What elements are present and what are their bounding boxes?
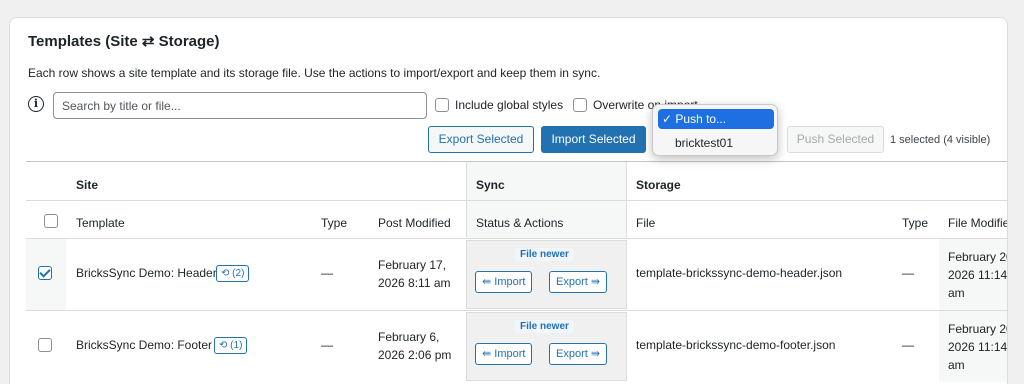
import-icon: ⇚ [482, 348, 495, 360]
push-to-dropdown[interactable]: ✓ Push to... bricktest01 [652, 104, 778, 156]
revisions-badge[interactable]: ⟲ (2) [216, 265, 250, 282]
template-type: — [321, 266, 333, 280]
panel-description: Each row shows a site template and its s… [28, 66, 601, 80]
overwrite-on-import-checkbox[interactable] [573, 98, 587, 112]
selection-count: 1 selected (4 visible) [890, 134, 991, 146]
file-modified-line3: am [948, 286, 965, 300]
templates-table: Site Sync Storage Template Type Post Mod… [26, 161, 1008, 384]
import-icon: ⇚ [482, 276, 495, 288]
template-title[interactable]: BricksSync Demo: Footer [76, 336, 212, 354]
file-modified-line1: February 20, [948, 322, 1007, 336]
storage-type: — [902, 266, 914, 280]
history-icon: ⟲ [219, 340, 228, 351]
include-global-styles-label: Include global styles [455, 98, 564, 112]
select-all-checkbox[interactable] [44, 214, 58, 228]
post-modified-line2: 2026 8:11 am [378, 276, 451, 290]
info-icon[interactable]: i [28, 96, 44, 112]
group-header-site: Site [76, 178, 99, 192]
storage-type: — [902, 338, 914, 352]
post-modified-line1: February 6, [378, 330, 440, 344]
revisions-count: (1) [230, 340, 243, 351]
file-modified-line1: February 20, [948, 250, 1007, 264]
export-icon: ⇛ [587, 276, 601, 288]
status-badge: File newer [515, 320, 574, 333]
group-header-storage: Storage [636, 178, 681, 192]
import-label: Import [494, 348, 526, 360]
search-input[interactable] [53, 92, 427, 119]
column-header-file[interactable]: File [636, 216, 655, 230]
file-modified-line3: am [948, 358, 965, 372]
template-title[interactable]: BricksSync Demo: Header [76, 264, 217, 282]
file-modified-line2: 2026 11:14 [948, 340, 1008, 354]
templates-panel: Templates (Site ⇄ Storage) Each row show… [9, 17, 1008, 384]
push-selected-button[interactable]: Push Selected [787, 126, 884, 153]
row-import-button[interactable]: ⇚ Import [475, 343, 533, 365]
import-selected-button[interactable]: Import Selected [541, 126, 646, 153]
row-import-button[interactable]: ⇚ Import [475, 271, 533, 293]
import-label: Import [494, 276, 526, 288]
file-modified-line2: 2026 11:14 [948, 268, 1008, 282]
column-header-file-modified[interactable]: File Modified [948, 216, 1007, 230]
dropdown-option-push-to[interactable]: ✓ Push to... [658, 109, 774, 129]
storage-file: template-brickssync-demo-footer.json [636, 338, 836, 352]
export-label: Export [556, 276, 588, 288]
column-header-status-actions: Status & Actions [476, 216, 564, 230]
history-icon: ⟲ [221, 268, 230, 279]
export-label: Export [556, 348, 588, 360]
row-export-button[interactable]: Export ⇛ [549, 343, 608, 365]
panel-title: Templates (Site ⇄ Storage) [28, 33, 220, 50]
post-modified-line1: February 17, [378, 258, 447, 272]
export-selected-button[interactable]: Export Selected [428, 126, 534, 153]
template-type: — [321, 338, 333, 352]
post-modified-line2: 2026 2:06 pm [378, 348, 452, 362]
row-export-button[interactable]: Export ⇛ [549, 271, 608, 293]
row-checkbox[interactable] [38, 266, 52, 280]
export-icon: ⇛ [587, 348, 601, 360]
column-header-type[interactable]: Type [321, 216, 347, 230]
group-header-sync: Sync [476, 178, 505, 192]
column-header-template[interactable]: Template [76, 216, 125, 230]
storage-file: template-brickssync-demo-header.json [636, 266, 843, 280]
column-header-post-modified[interactable]: Post Modified [378, 216, 451, 230]
include-global-styles-checkbox[interactable] [435, 98, 449, 112]
column-header-storage-type[interactable]: Type [902, 216, 928, 230]
dropdown-option-bricktest01[interactable]: bricktest01 [675, 133, 733, 153]
row-checkbox[interactable] [38, 338, 52, 352]
status-badge: File newer [515, 248, 574, 261]
revisions-badge[interactable]: ⟲ (1) [214, 337, 248, 354]
revisions-count: (2) [232, 268, 245, 279]
